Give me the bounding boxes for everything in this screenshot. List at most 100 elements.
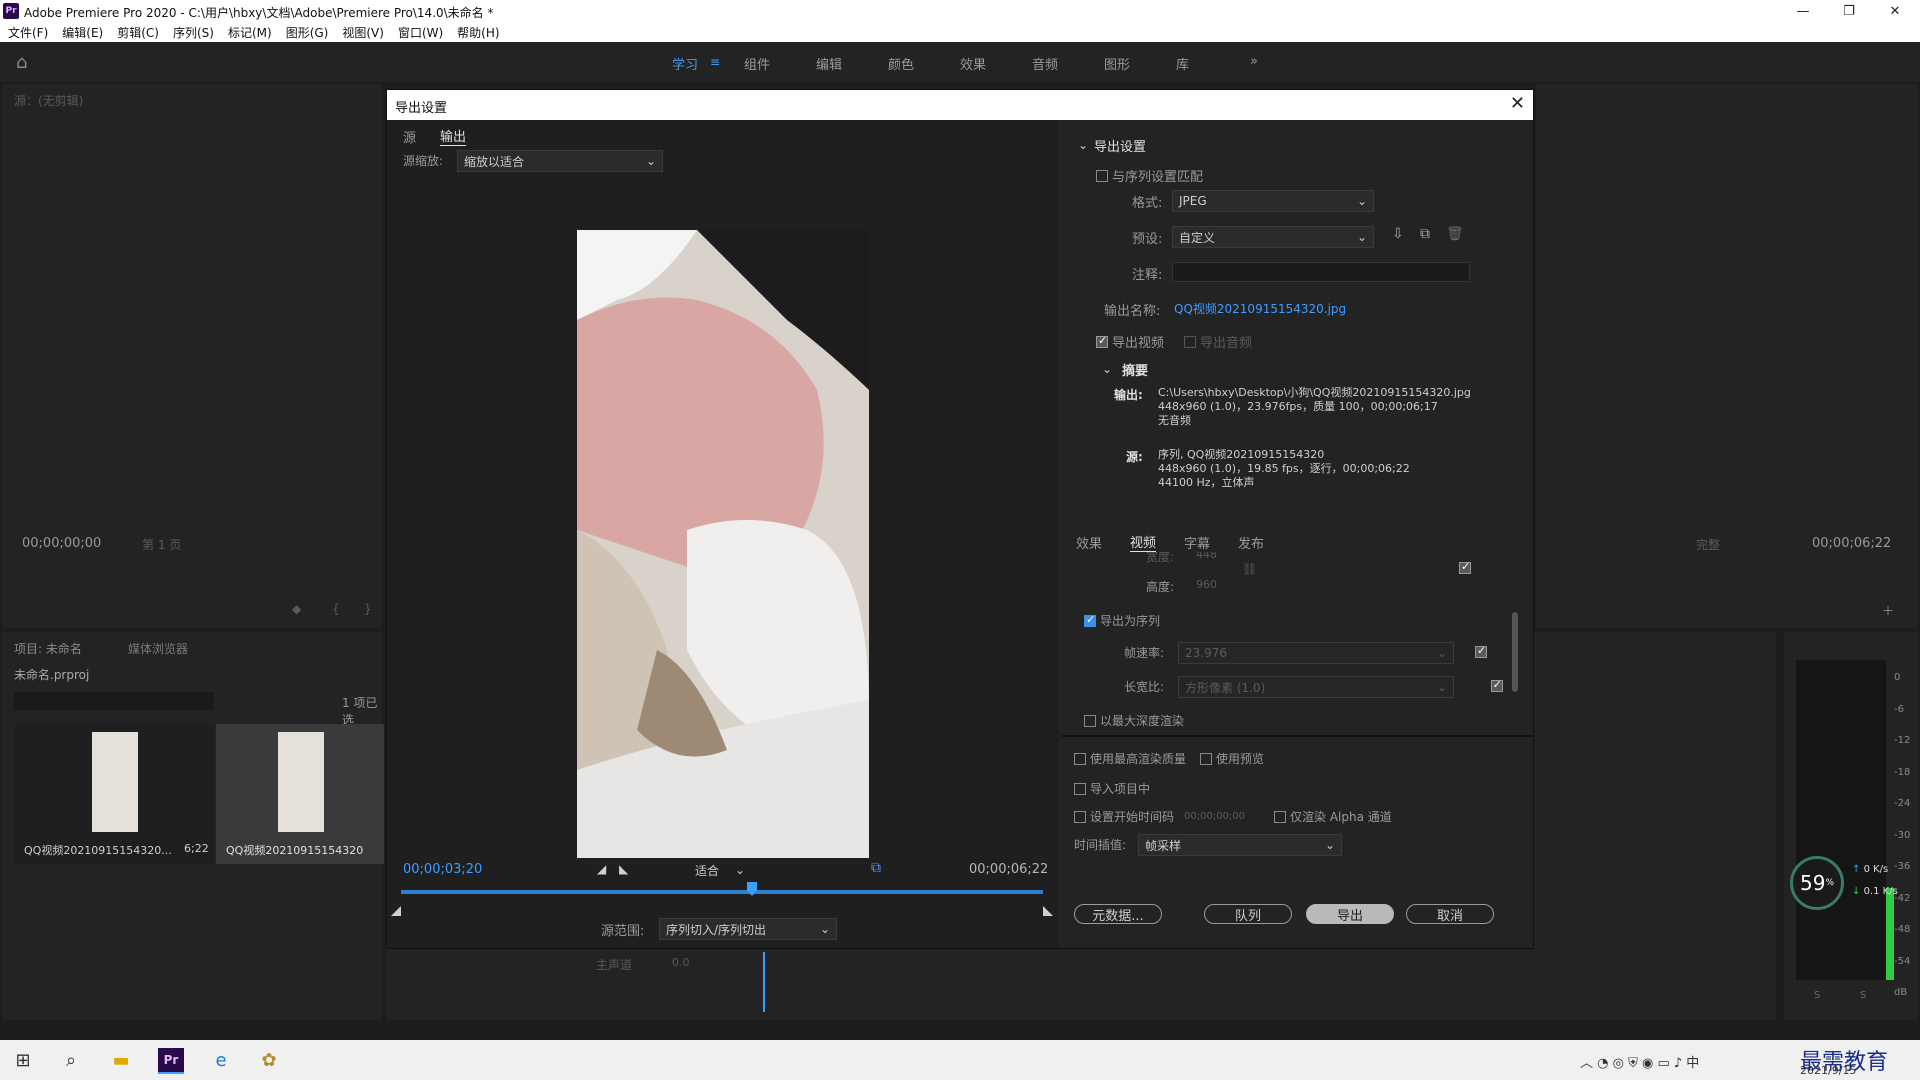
cancel-button[interactable]: 取消 xyxy=(1406,904,1494,924)
save-preset-icon[interactable]: ⇩ xyxy=(1392,226,1404,242)
search-icon[interactable]: ⌕ xyxy=(58,1048,84,1072)
menu-help[interactable]: 帮助(H) xyxy=(457,24,499,41)
meter-solo-left[interactable]: S xyxy=(1814,990,1820,1001)
dimension-override-checkbox[interactable] xyxy=(1459,560,1471,574)
export-audio-checkbox[interactable] xyxy=(1184,335,1196,348)
tab-publish[interactable]: 发布 xyxy=(1238,533,1264,552)
tab-video[interactable]: 视频 xyxy=(1130,532,1157,552)
range-end-handle[interactable] xyxy=(1043,906,1053,916)
delete-preset-icon[interactable]: 🗑 xyxy=(1446,226,1464,242)
aspect-toggle-icon[interactable]: ⧉ xyxy=(871,860,881,876)
tab-output[interactable]: 输出 xyxy=(440,126,467,146)
mark-out-icon[interactable]: } xyxy=(364,602,372,616)
queue-button[interactable]: 队列 xyxy=(1204,904,1292,924)
video-settings-scroll[interactable]: 宽度: 448 高度: 960 ⛓ 导出为序列 帧速率: 23.976⌄ 长宽比… xyxy=(1062,552,1522,734)
tab-captions[interactable]: 字幕 xyxy=(1184,533,1210,552)
workspace-menu-icon[interactable]: ≡ xyxy=(710,55,720,69)
frame-rate-override-checkbox[interactable] xyxy=(1474,644,1487,658)
media-browser-tab[interactable]: 媒体浏览器 xyxy=(128,640,188,657)
frame-rate-select[interactable]: 23.976 ⌄ xyxy=(1178,642,1454,664)
tab-source[interactable]: 源 xyxy=(403,127,416,146)
link-icon[interactable]: ⛓ xyxy=(1242,562,1257,576)
export-video-checkbox[interactable] xyxy=(1096,334,1108,348)
menu-window[interactable]: 窗口(W) xyxy=(398,24,443,41)
menu-edit[interactable]: 编辑(E) xyxy=(62,24,103,41)
project-item-selected[interactable]: QQ视频20210915154320 xyxy=(216,724,384,864)
settings-scrollbar[interactable] xyxy=(1512,612,1518,692)
use-preview-row[interactable]: 使用预览 xyxy=(1200,750,1264,767)
max-quality-checkbox[interactable] xyxy=(1074,752,1086,765)
start-timecode-row[interactable]: 设置开始时间码 00;00;00;00 xyxy=(1074,808,1245,825)
menu-file[interactable]: 文件(F) xyxy=(8,24,48,41)
project-tab[interactable]: 项目: 未命名 xyxy=(14,640,82,657)
project-item[interactable]: QQ视频20210915154320... 6;22 xyxy=(14,724,214,864)
taskbar-date[interactable]: 2021/9/15 xyxy=(1800,1064,1856,1077)
menu-view[interactable]: 视图(V) xyxy=(342,24,384,41)
premiere-taskbar-icon[interactable]: Pr xyxy=(158,1048,184,1074)
max-depth-checkbox[interactable] xyxy=(1084,714,1096,727)
max-depth-row[interactable]: 以最大深度渲染 xyxy=(1084,712,1184,729)
add-button-icon[interactable]: ＋ xyxy=(1882,602,1894,619)
output-name-link[interactable]: QQ视频20210915154320.jpg xyxy=(1174,300,1346,317)
export-button[interactable]: 导出 xyxy=(1306,904,1394,924)
source-page-select[interactable]: 第 1 页 xyxy=(142,536,181,553)
dialog-close-icon[interactable]: ✕ xyxy=(1510,93,1525,114)
minimize-button[interactable]: — xyxy=(1780,0,1826,22)
menu-sequence[interactable]: 序列(S) xyxy=(173,24,214,41)
max-quality-row[interactable]: 使用最高渲染质量 xyxy=(1074,750,1186,767)
match-sequence-checkbox[interactable] xyxy=(1096,169,1108,182)
format-select[interactable]: JPEG ⌄ xyxy=(1172,190,1374,212)
export-audio-row[interactable]: 导出音频 xyxy=(1184,332,1252,351)
mark-out-button[interactable]: ◣ xyxy=(619,862,628,876)
app-icon[interactable]: ✿ xyxy=(256,1048,282,1072)
program-quality-select[interactable]: 完整 xyxy=(1696,536,1720,553)
workspace-tab-editing[interactable]: 编辑 xyxy=(816,54,842,73)
source-range-select[interactable]: 序列切入/序列切出 ⌄ xyxy=(659,918,837,940)
menu-clip[interactable]: 剪辑(C) xyxy=(117,24,159,41)
windows-start-icon[interactable]: ⊞ xyxy=(10,1048,36,1072)
file-explorer-icon[interactable]: ▬ xyxy=(108,1048,134,1072)
project-search-input[interactable] xyxy=(14,692,214,710)
workspace-tab-learn[interactable]: 学习 xyxy=(672,54,698,73)
match-sequence-row[interactable]: 与序列设置匹配 xyxy=(1096,166,1203,185)
comment-input[interactable] xyxy=(1172,262,1470,282)
maximize-button[interactable]: ❐ xyxy=(1826,0,1872,22)
time-interpolation-select[interactable]: 帧采样 ⌄ xyxy=(1138,834,1342,856)
metadata-button[interactable]: 元数据... xyxy=(1074,904,1162,924)
workspace-overflow-icon[interactable]: » xyxy=(1250,54,1258,69)
menu-graphics[interactable]: 图形(G) xyxy=(286,24,329,41)
timeline-scrubber[interactable] xyxy=(401,890,1043,894)
workspace-tab-audio[interactable]: 音频 xyxy=(1032,54,1058,73)
mark-in-icon[interactable]: { xyxy=(332,602,340,616)
workspace-tab-assembly[interactable]: 组件 xyxy=(744,54,770,73)
alpha-only-row[interactable]: 仅渲染 Alpha 通道 xyxy=(1274,808,1392,825)
marker-icon[interactable]: ◆ xyxy=(292,602,301,616)
export-sequence-checkbox[interactable] xyxy=(1084,613,1096,627)
start-timecode-checkbox[interactable] xyxy=(1074,810,1086,823)
use-preview-checkbox[interactable] xyxy=(1200,752,1212,765)
alpha-only-checkbox[interactable] xyxy=(1274,810,1286,823)
source-scale-select[interactable]: 缩放以适合 ⌄ xyxy=(457,150,663,172)
edge-browser-icon[interactable]: e xyxy=(208,1048,234,1072)
fit-select[interactable]: 适合 ⌄ xyxy=(689,860,751,880)
preset-select[interactable]: 自定义 ⌄ xyxy=(1172,226,1374,248)
workspace-tab-color[interactable]: 颜色 xyxy=(888,54,914,73)
menu-markers[interactable]: 标记(M) xyxy=(228,24,272,41)
workspace-tab-effects[interactable]: 效果 xyxy=(960,54,986,73)
playhead[interactable] xyxy=(763,952,765,1012)
import-project-checkbox[interactable] xyxy=(1074,782,1086,795)
home-icon[interactable]: ⌂ xyxy=(16,52,38,73)
ime-indicator[interactable]: 中 xyxy=(1686,1056,1699,1071)
tab-effects[interactable]: 效果 xyxy=(1076,533,1102,552)
range-start-handle[interactable] xyxy=(391,906,401,916)
import-project-row[interactable]: 导入项目中 xyxy=(1074,780,1150,797)
export-sequence-row[interactable]: 导出为序列 xyxy=(1084,612,1160,629)
summary-collapse-icon[interactable]: ⌄ xyxy=(1102,362,1112,376)
import-preset-icon[interactable]: ⧉ xyxy=(1420,226,1430,242)
program-timecode[interactable]: 00;00;06;22 xyxy=(1812,536,1891,551)
export-video-row[interactable]: 导出视频 xyxy=(1096,332,1164,351)
mark-in-button[interactable]: ◢ xyxy=(597,862,606,876)
workspace-tab-libraries[interactable]: 库 xyxy=(1176,54,1189,73)
source-timecode[interactable]: 00;00;00;00 xyxy=(22,536,101,551)
current-timecode[interactable]: 00;00;03;20 xyxy=(403,862,482,877)
